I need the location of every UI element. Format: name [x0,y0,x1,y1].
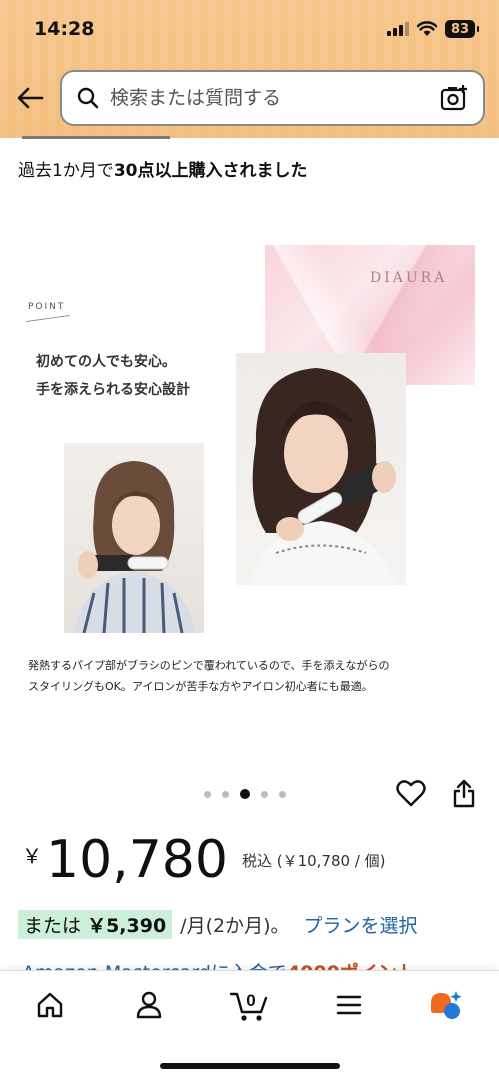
installment-amount: ￥5,390 [87,915,167,937]
installment-period: /月(2か月)。 [180,915,290,937]
installment-row: または ￥5,390 /月(2か月)。 プランを選択 [18,910,418,939]
home-icon[interactable] [30,987,70,1023]
product-image[interactable]: DIAURA POINT 初めての人でも安心。 手を添えられる安心設計 発熱する… [0,200,499,760]
price-row: ￥ 10,780 税込 (￥10,780 / 個) [22,830,386,890]
description-line-1: 発熱するパイプ部がブラシのピンで覆われているので、手を添えながらの [28,659,390,672]
camera-search-icon[interactable] [439,83,469,113]
model-photo-large [236,353,406,585]
carousel-dot-active[interactable] [240,789,250,799]
price-amount: 10,780 [46,830,228,890]
heart-icon[interactable] [396,779,426,807]
installment-prefix: または [24,915,82,937]
purchase-note-highlight: 30点以上購入されました [113,161,308,181]
status-icons: 83 [387,20,479,38]
search-bar[interactable] [60,70,485,126]
purchase-note-prefix: 過去1か月で [18,161,114,181]
home-indicator [160,1063,340,1069]
top-header: 14:28 83 [0,0,499,138]
carousel-dots[interactable] [204,789,286,799]
product-headline: 初めての人でも安心。 手を添えられる安心設計 [36,348,190,404]
back-arrow-icon[interactable] [14,82,46,114]
assistant-icon[interactable] [426,987,466,1023]
point-label: POINT [28,302,66,312]
model-photo-small [64,443,204,633]
cart-icon[interactable]: 0 [228,987,270,1023]
carousel-dot[interactable] [222,790,229,798]
installment-highlight: または ￥5,390 [18,910,173,939]
price-currency: ￥ [22,844,42,868]
price-tax-note: 税込 (￥10,780 / 個) [241,852,386,870]
carousel-dot[interactable] [204,790,211,798]
battery-indicator: 83 [445,20,479,38]
scroll-tab-indicator [22,136,170,139]
cart-count: 0 [246,991,255,1010]
purchase-count-note: 過去1か月で30点以上購入されました [18,156,308,181]
search-icon [77,87,99,109]
carousel-dot[interactable] [261,790,268,798]
share-icon[interactable] [452,778,476,808]
product-description: 発熱するパイプ部がブラシのピンで覆われているので、手を添えながらの スタイリング… [28,655,389,697]
point-divider [26,314,70,323]
status-time: 14:28 [34,18,95,40]
cellular-signal-icon [387,22,409,36]
menu-icon[interactable] [329,987,369,1023]
search-input[interactable] [110,87,439,109]
headline-line-2: 手を添えられる安心設計 [36,382,190,398]
headline-line-1: 初めての人でも安心。 [36,354,176,370]
carousel-dot[interactable] [279,790,286,798]
brand-logo: DIAURA [370,270,448,286]
account-icon[interactable] [129,987,169,1023]
description-line-2: スタイリングもOK。アイロンが苦手な方やアイロン初心者にも最適。 [28,680,373,693]
wifi-icon [417,21,437,36]
select-plan-link[interactable]: プランを選択 [304,911,418,938]
